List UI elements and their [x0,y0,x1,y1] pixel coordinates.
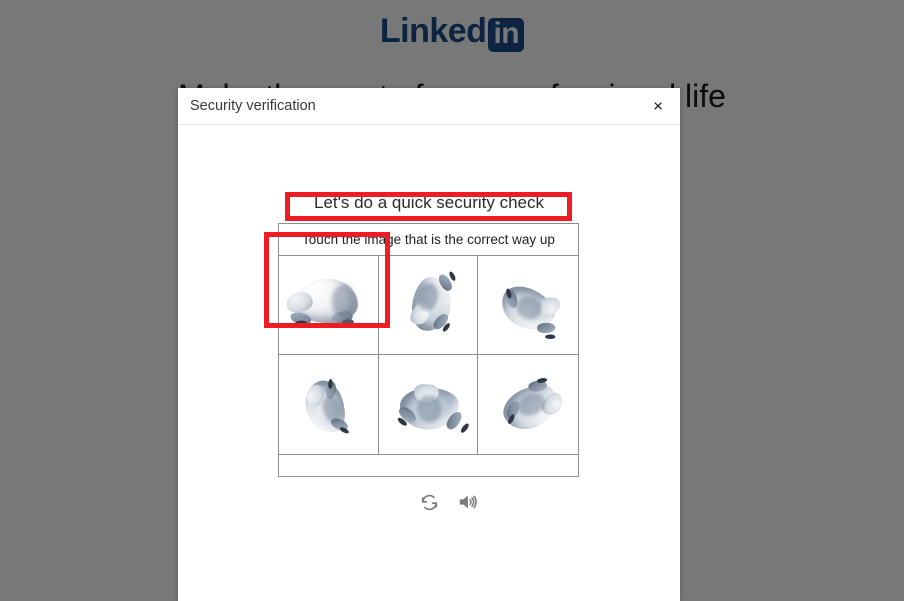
captcha-grid [279,256,578,454]
captcha-prompt: Touch the image that is the correct way … [279,224,578,256]
captcha-widget: Touch the image that is the correct way … [278,223,579,477]
frog-image-1 [284,276,369,333]
dialog-body: Let's do a quick security check Touch th… [178,125,680,601]
frog-image-6 [484,365,571,444]
security-check-heading: Let's do a quick security check [313,193,545,212]
refresh-icon[interactable] [418,491,440,513]
dialog-title: Security verification [190,98,316,114]
captcha-tile-2[interactable] [378,256,479,355]
frog-image-3 [486,267,571,342]
dialog-titlebar: Security verification × [178,88,680,125]
captcha-tile-6[interactable] [478,355,578,454]
captcha-controls [418,491,578,513]
frog-image-5 [389,376,471,434]
frog-image-2 [399,267,457,343]
page-root: Linkedin Make the most of your professio… [0,0,904,601]
captcha-tile-4[interactable] [279,355,379,454]
speaker-icon[interactable] [456,491,478,513]
captcha-tile-5[interactable] [378,355,479,454]
captcha-footer [279,454,578,476]
captcha-tile-3[interactable] [478,256,578,355]
close-icon[interactable]: × [649,96,667,117]
frog-image-4 [295,365,362,445]
security-verification-dialog: Security verification × Let's do a quick… [178,88,680,601]
captcha-tile-1[interactable] [279,256,379,355]
